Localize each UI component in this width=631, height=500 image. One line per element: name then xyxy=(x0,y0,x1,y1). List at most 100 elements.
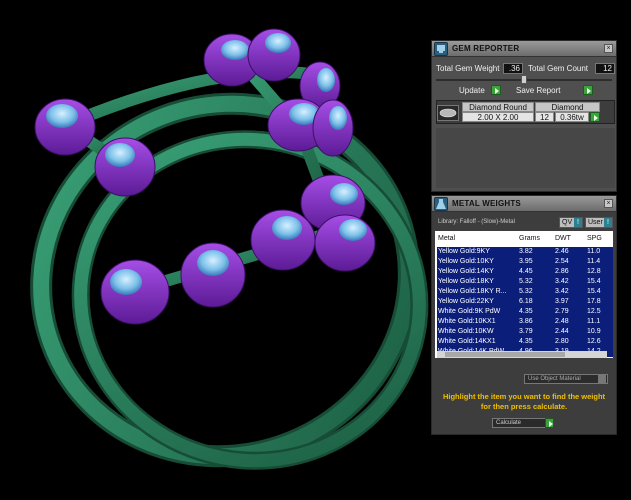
metal-cell: Yellow Gold:10KY xyxy=(438,258,494,265)
grams-cell: 5.32 xyxy=(519,288,533,295)
column-header-grams[interactable]: Grams xyxy=(519,235,540,242)
table-row[interactable]: White Gold:10KW 3.79 2.44 10.9 xyxy=(437,327,613,337)
user-button[interactable]: User ! xyxy=(585,217,613,228)
grams-cell: 6.18 xyxy=(519,298,533,305)
metal-cell: Yellow Gold:14KY xyxy=(438,268,494,275)
gem-list-empty-area xyxy=(436,128,615,188)
gem-size-cell: 2.00 X 2.00 xyxy=(462,112,534,122)
gem-setting xyxy=(312,99,354,157)
total-gem-weight-label: Total Gem Weight xyxy=(436,64,500,73)
grams-cell: 3.86 xyxy=(519,318,533,325)
metal-cell: White Gold:9K PdW xyxy=(438,308,501,315)
use-object-materials-label: Use Object Material xyxy=(528,376,581,382)
spg-cell: 17.8 xyxy=(587,298,601,305)
close-icon[interactable]: × xyxy=(604,44,613,53)
grams-cell: 3.79 xyxy=(519,328,533,335)
gem-reporter-title: GEM REPORTER xyxy=(452,44,520,53)
gem-count-cell: 12 xyxy=(535,112,554,122)
spg-cell: 15.4 xyxy=(587,278,601,285)
spg-cell: 12.6 xyxy=(587,338,601,345)
gem-setting xyxy=(250,209,316,271)
dwt-cell: 3.42 xyxy=(555,278,569,285)
grams-cell: 3.95 xyxy=(519,258,533,265)
table-row[interactable]: White Gold:14KX1 4.35 2.80 12.6 xyxy=(437,337,613,347)
table-row[interactable]: Yellow Gold:14KY 4.45 2.86 12.8 xyxy=(437,267,613,277)
metal-weights-titlebar[interactable]: METAL WEIGHTS × xyxy=(432,196,616,212)
user-toggle-icon: ! xyxy=(604,218,612,227)
metal-cell: Yellow Gold:9KY xyxy=(438,248,490,255)
grams-cell: 4.45 xyxy=(519,268,533,275)
gem-reporter-titlebar[interactable]: GEM REPORTER × xyxy=(432,41,616,57)
dwt-cell: 2.46 xyxy=(555,248,569,255)
dwt-cell: 2.79 xyxy=(555,308,569,315)
calculate-label: Calculate xyxy=(496,420,522,426)
gem-reporter-icon xyxy=(434,42,448,56)
metal-cell: Yellow Gold:18KY xyxy=(438,278,494,285)
dwt-cell: 2.86 xyxy=(555,268,569,275)
flask-icon xyxy=(434,197,448,211)
gem-reporter-panel: GEM REPORTER × Total Gem Weight .36 Tota… xyxy=(431,40,617,192)
gem-setting xyxy=(94,137,156,197)
gem-row-arrow-button[interactable] xyxy=(590,112,600,122)
checkbox-icon[interactable] xyxy=(598,375,606,383)
column-header-metal[interactable]: Metal xyxy=(438,235,455,242)
metal-weights-title: METAL WEIGHTS xyxy=(452,199,521,208)
grams-cell: 4.35 xyxy=(519,308,533,315)
metal-cell: White Gold:10KX1 xyxy=(438,318,496,325)
dwt-cell: 2.54 xyxy=(555,258,569,265)
column-header-spg[interactable]: SPG xyxy=(587,235,602,242)
total-gem-count-label: Total Gem Count xyxy=(528,64,589,73)
use-object-materials-checkbox[interactable]: Use Object Material xyxy=(524,374,608,384)
table-row[interactable]: White Gold:9K PdW 4.35 2.79 12.5 xyxy=(437,307,613,317)
gem-material-cell: Diamond xyxy=(535,102,600,112)
grams-cell: 4.35 xyxy=(519,338,533,345)
table-horizontal-scrollbar[interactable] xyxy=(437,351,607,358)
metal-cell: Yellow Gold:22KY xyxy=(438,298,494,305)
user-label: User xyxy=(588,219,603,226)
save-report-label[interactable]: Save Report xyxy=(516,86,560,95)
update-label[interactable]: Update xyxy=(459,86,485,95)
spg-cell: 11.1 xyxy=(587,318,601,325)
save-report-button[interactable] xyxy=(583,85,593,95)
dwt-cell: 3.42 xyxy=(555,288,569,295)
spg-cell: 12.8 xyxy=(587,268,601,275)
metal-cell: White Gold:10KW xyxy=(438,328,494,335)
instruction-text: Highlight the item you want to find the … xyxy=(442,392,606,411)
spg-cell: 11.4 xyxy=(587,258,601,265)
dwt-cell: 2.48 xyxy=(555,318,569,325)
grams-cell: 3.82 xyxy=(519,248,533,255)
scrollbar-thumb[interactable] xyxy=(445,352,565,357)
update-button[interactable] xyxy=(491,85,501,95)
spg-cell: 15.4 xyxy=(587,288,601,295)
table-row[interactable]: Yellow Gold:18KY R... 5.32 3.42 15.4 xyxy=(437,287,613,297)
spg-cell: 10.9 xyxy=(587,328,601,335)
column-header-dwt[interactable]: DWT xyxy=(555,235,571,242)
table-row[interactable]: Yellow Gold:9KY 3.82 2.46 11.0 xyxy=(437,247,613,257)
table-row[interactable]: White Gold:10KX1 3.86 2.48 11.1 xyxy=(437,317,613,327)
close-icon[interactable]: × xyxy=(604,199,613,208)
metal-cell: Yellow Gold:18KY R... xyxy=(438,288,507,295)
gem-weight-cell: 0.36tw xyxy=(555,112,589,122)
gem-setting xyxy=(247,28,301,82)
spg-cell: 12.5 xyxy=(587,308,601,315)
dwt-cell: 2.80 xyxy=(555,338,569,345)
qv-label: QV xyxy=(562,219,573,226)
total-gem-weight-field[interactable]: .36 xyxy=(503,63,523,74)
spg-cell: 11.0 xyxy=(587,248,601,255)
diamond-thumbnail-icon xyxy=(437,105,459,121)
calculate-dropdown[interactable]: Calculate xyxy=(492,418,554,428)
table-row[interactable]: Yellow Gold:10KY 3.95 2.54 11.4 xyxy=(437,257,613,267)
library-label: Library: Falloff - (Slow)-Metal xyxy=(438,219,515,225)
gem-setting xyxy=(34,98,96,156)
qv-button[interactable]: QV ! xyxy=(559,217,583,228)
gem-setting xyxy=(100,259,170,325)
gem-setting xyxy=(180,242,246,308)
table-row[interactable]: Yellow Gold:18KY 5.32 3.42 15.4 xyxy=(437,277,613,287)
table-row[interactable]: Yellow Gold:22KY 6.18 3.97 17.8 xyxy=(437,297,613,307)
metal-cell: White Gold:14KX1 xyxy=(438,338,496,345)
gem-setting xyxy=(314,214,376,272)
total-gem-count-field[interactable]: 12 xyxy=(595,63,615,74)
gem-slider-knob[interactable] xyxy=(521,75,527,84)
metal-weights-table: Metal Grams DWT SPG Yellow Gold:9KY 3.82 2… xyxy=(435,231,613,358)
calculate-button[interactable] xyxy=(545,418,554,428)
